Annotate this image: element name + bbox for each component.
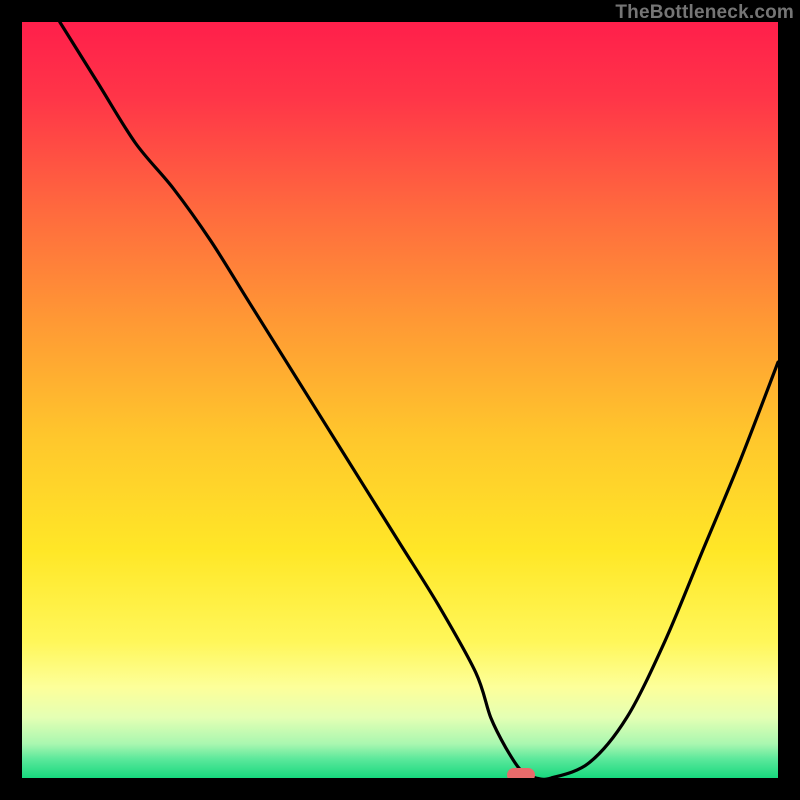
watermark: TheBottleneck.com xyxy=(615,2,794,24)
chart-frame: TheBottleneck.com xyxy=(0,0,800,800)
optimal-marker xyxy=(507,768,535,778)
bottleneck-curve xyxy=(22,22,778,778)
plot-area xyxy=(22,22,778,778)
